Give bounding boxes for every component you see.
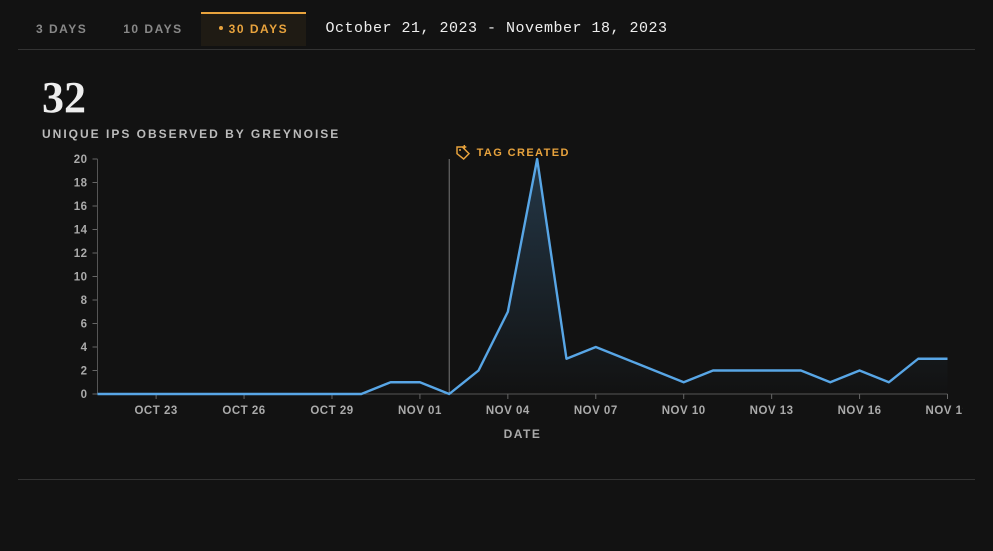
tab-label: 30 DAYS — [229, 22, 288, 36]
svg-text:NOV 19: NOV 19 — [926, 405, 963, 417]
active-dot-icon — [219, 26, 223, 30]
svg-text:4: 4 — [81, 342, 88, 354]
svg-text:NOV 07: NOV 07 — [574, 405, 618, 417]
svg-text:16: 16 — [74, 201, 88, 213]
range-tabs: 3 DAYS 10 DAYS 30 DAYS — [18, 12, 306, 46]
svg-text:OCT 26: OCT 26 — [222, 405, 265, 417]
svg-text:6: 6 — [81, 319, 88, 331]
svg-text:NOV 10: NOV 10 — [662, 405, 706, 417]
tab-label: 3 DAYS — [36, 22, 87, 36]
svg-text:NOV 04: NOV 04 — [486, 405, 530, 417]
svg-text:10: 10 — [74, 272, 88, 284]
summary-label: UNIQUE IPS OBSERVED BY GREYNOISE — [42, 127, 963, 141]
tab-3-days[interactable]: 3 DAYS — [18, 12, 105, 46]
svg-text:0: 0 — [81, 389, 88, 401]
annotation-label: TAG CREATED — [477, 147, 570, 159]
svg-text:18: 18 — [74, 178, 88, 190]
svg-text:20: 20 — [74, 154, 88, 166]
svg-text:OCT 29: OCT 29 — [310, 405, 353, 417]
svg-text:DATE: DATE — [504, 427, 542, 441]
line-chart[interactable]: 0 2 4 6 8 10 12 14 16 18 20 OCT 23 OCT 26 OCT 29 NOV 0… — [42, 149, 963, 449]
svg-text:NOV 13: NOV 13 — [750, 405, 794, 417]
tab-10-days[interactable]: 10 DAYS — [105, 12, 200, 46]
svg-text:NOV 01: NOV 01 — [398, 405, 442, 417]
svg-text:8: 8 — [81, 295, 88, 307]
svg-text:NOV 16: NOV 16 — [838, 405, 882, 417]
tab-30-days[interactable]: 30 DAYS — [201, 12, 306, 46]
chart-holder: TAG CREATED 0 2 4 6 8 10 12 14 16 18 20 OCT 23 OCT 2… — [42, 149, 963, 449]
svg-text:12: 12 — [74, 248, 88, 260]
chart-panel: 32 UNIQUE IPS OBSERVED BY GREYNOISE TAG … — [18, 50, 975, 480]
svg-text:2: 2 — [81, 366, 88, 378]
summary-value: 32 — [42, 72, 963, 123]
date-range: October 21, 2023 - November 18, 2023 — [325, 20, 667, 37]
svg-text:14: 14 — [74, 225, 88, 237]
tag-icon — [455, 145, 471, 161]
svg-text:OCT 23: OCT 23 — [134, 405, 177, 417]
header: 3 DAYS 10 DAYS 30 DAYS October 21, 2023 … — [18, 8, 975, 50]
tag-created-annotation: TAG CREATED — [455, 145, 570, 161]
tab-label: 10 DAYS — [123, 22, 182, 36]
